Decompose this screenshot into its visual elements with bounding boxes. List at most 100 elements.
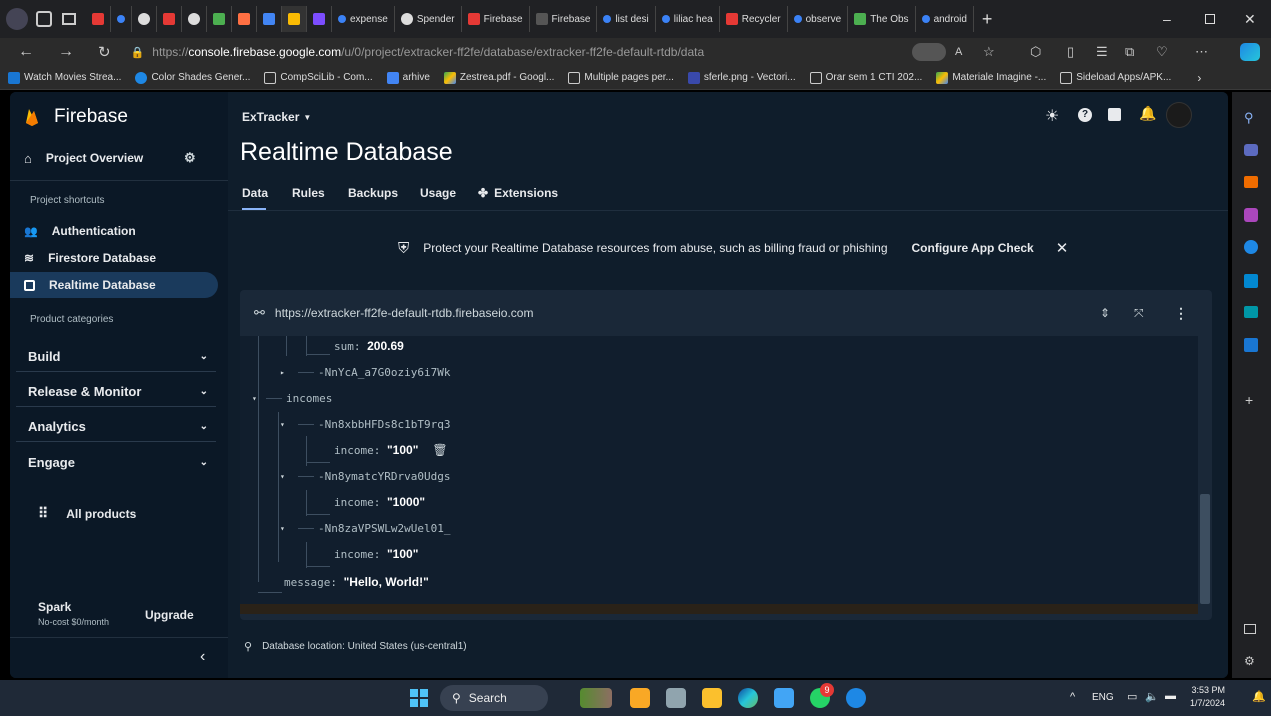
favorites-icon[interactable]: ☰ <box>1096 44 1108 60</box>
favorite-star-icon[interactable]: ☆ <box>983 44 995 60</box>
tray-overflow-icon[interactable]: ^ <box>1070 691 1075 703</box>
horizontal-scrollbar[interactable] <box>240 604 1198 614</box>
collapse-arrow-icon[interactable]: ▾ <box>252 394 266 403</box>
tab-extensions[interactable]: ✤ Extensions <box>478 186 558 200</box>
category-engage[interactable]: Engage ⌄ <box>16 447 216 477</box>
theme-toggle-icon[interactable]: ☀ <box>1045 106 1059 126</box>
bookmark-3[interactable]: arhive <box>386 71 430 84</box>
more-options-icon[interactable]: ⋮ <box>1174 305 1188 322</box>
sidebar-settings-icon[interactable]: ⚙ <box>1244 654 1255 668</box>
tab-3[interactable]: Firebase <box>530 6 598 32</box>
collapse-arrow-icon[interactable]: ▾ <box>280 524 298 533</box>
tab-youtube[interactable] <box>86 6 111 32</box>
category-analytics[interactable]: Analytics ⌄ <box>16 412 216 442</box>
tab-app-3[interactable] <box>257 6 282 32</box>
collections-icon[interactable]: ⧉ <box>1125 44 1134 60</box>
project-overview-item[interactable]: ⌂ Project Overview ⚙ <box>24 148 214 168</box>
profile-icon[interactable] <box>6 8 28 30</box>
read-aloud-icon[interactable]: A <box>955 46 962 58</box>
close-window-button[interactable]: ✕ <box>1244 11 1256 28</box>
clock[interactable]: 3:53 PM 1/7/2024 <box>1190 684 1225 710</box>
tree-row-income-1[interactable]: ▾ -Nn8xbbHFDs8c1bT9rq3 <box>280 414 450 434</box>
avatar[interactable] <box>1166 102 1192 128</box>
bookmark-9[interactable]: Sideload Apps/APK... <box>1060 71 1171 84</box>
upgrade-button[interactable]: Upgrade <box>145 608 194 622</box>
collapse-arrow-icon[interactable]: ▾ <box>280 420 298 429</box>
configure-app-check-link[interactable]: Configure App Check <box>912 241 1034 255</box>
tab-github[interactable] <box>132 6 157 32</box>
more-menu-icon[interactable]: ⋯ <box>1195 44 1208 60</box>
volume-icon[interactable]: 🔈 <box>1145 690 1159 703</box>
bookmark-1[interactable]: Color Shades Gener... <box>135 71 250 84</box>
url-field[interactable]: https://console.firebase.google.com/u/0/… <box>152 45 704 59</box>
tab-1[interactable]: Spender <box>395 6 462 32</box>
tab-app-2[interactable] <box>232 6 257 32</box>
tree-row-incomes[interactable]: ▾ incomes <box>252 388 332 408</box>
collapse-all-icon[interactable]: ⤧ <box>1134 306 1144 321</box>
bookmark-5[interactable]: Multiple pages per... <box>568 71 674 84</box>
tab-4[interactable]: list desi <box>597 6 656 32</box>
add-sidebar-app-icon[interactable]: + <box>1245 392 1253 408</box>
expand-all-icon[interactable]: ⇕ <box>1100 306 1110 320</box>
tree-value[interactable]: "100" <box>387 443 418 457</box>
firebase-logo[interactable]: Firebase <box>24 106 128 128</box>
tab-2[interactable]: Firebase <box>462 6 530 32</box>
expand-arrow-icon[interactable]: ▸ <box>280 368 298 377</box>
tab-8[interactable]: The Obs <box>848 6 916 32</box>
bookmark-2[interactable]: CompSciLib - Com... <box>264 71 373 84</box>
shopping-tag-icon[interactable] <box>1244 144 1258 156</box>
edge-icon[interactable] <box>738 688 758 708</box>
bookmark-6[interactable]: sferle.png - Vectori... <box>687 71 796 84</box>
tree-scrollbar[interactable] <box>1198 336 1212 604</box>
network-icon[interactable]: ▭ <box>1127 690 1137 703</box>
microsoft-365-icon[interactable] <box>1244 240 1258 254</box>
reload-icon[interactable]: ↻ <box>98 43 111 61</box>
bookmark-4[interactable]: Zestrea.pdf - Googl... <box>443 71 554 84</box>
split-screen-icon[interactable]: ▯ <box>1067 44 1074 60</box>
delete-trash-icon[interactable]: 🗑 <box>432 443 447 457</box>
file-explorer-icon[interactable] <box>702 688 722 708</box>
tab-6[interactable]: Recycler <box>720 6 788 32</box>
new-tab-button[interactable]: + <box>982 9 993 30</box>
sidebar-item-authentication[interactable]: 👥 Authentication <box>10 218 218 244</box>
tab-rules[interactable]: Rules <box>292 186 325 200</box>
games-icon[interactable] <box>1244 208 1258 222</box>
tab-search[interactable] <box>111 6 132 32</box>
bookmark-7[interactable]: Orar sem 1 CTI 202... <box>809 71 922 84</box>
tools-icon[interactable] <box>1244 176 1258 188</box>
collapse-arrow-icon[interactable]: ▾ <box>280 472 298 481</box>
category-build[interactable]: Build ⌄ <box>16 342 216 372</box>
store-icon[interactable] <box>846 688 866 708</box>
help-icon[interactable]: ? <box>1078 108 1092 122</box>
tab-usage[interactable]: Usage <box>420 186 456 200</box>
project-selector[interactable]: ExTracker ▼ <box>242 110 311 124</box>
tab-gemini[interactable] <box>307 6 332 32</box>
forms-icon[interactable] <box>1244 338 1258 352</box>
bookmark-0[interactable]: Watch Movies Strea... <box>8 71 121 84</box>
language-indicator[interactable]: ENG <box>1092 692 1114 703</box>
tree-value[interactable]: "Hello, World!" <box>344 575 429 589</box>
taskbar-search[interactable]: ⚲ Search <box>440 685 548 711</box>
settings-gear-icon[interactable]: ⚙ <box>184 150 196 166</box>
widgets-icon[interactable] <box>580 688 612 708</box>
tab-data[interactable]: Data <box>242 186 268 200</box>
outlook-icon[interactable] <box>1244 274 1258 288</box>
all-products-item[interactable]: ⠿ All products <box>38 505 136 522</box>
extensions-icon[interactable]: ⬡ <box>1030 44 1041 60</box>
tab-0[interactable]: expense <box>332 6 395 32</box>
tab-7[interactable]: observe <box>788 6 849 32</box>
copilot-icon[interactable] <box>1240 43 1260 61</box>
category-release-monitor[interactable]: Release & Monitor ⌄ <box>16 377 216 407</box>
tracking-icon[interactable] <box>912 43 946 61</box>
tab-app[interactable] <box>207 6 232 32</box>
tab-5[interactable]: liliac hea <box>656 6 720 32</box>
close-banner-icon[interactable]: ✕ <box>1056 239 1069 257</box>
hide-sidebar-icon[interactable] <box>1244 624 1256 634</box>
search-sidebar-icon[interactable]: ⚲ <box>1244 110 1254 126</box>
tree-row-income-3-value[interactable]: income: "100" <box>334 544 418 564</box>
scrollbar-thumb[interactable] <box>1200 494 1210 604</box>
app-icon-2[interactable] <box>666 688 686 708</box>
tree-value[interactable]: 200.69 <box>367 339 404 353</box>
send-icon[interactable] <box>1244 306 1258 318</box>
restore-button[interactable] <box>1205 14 1215 24</box>
